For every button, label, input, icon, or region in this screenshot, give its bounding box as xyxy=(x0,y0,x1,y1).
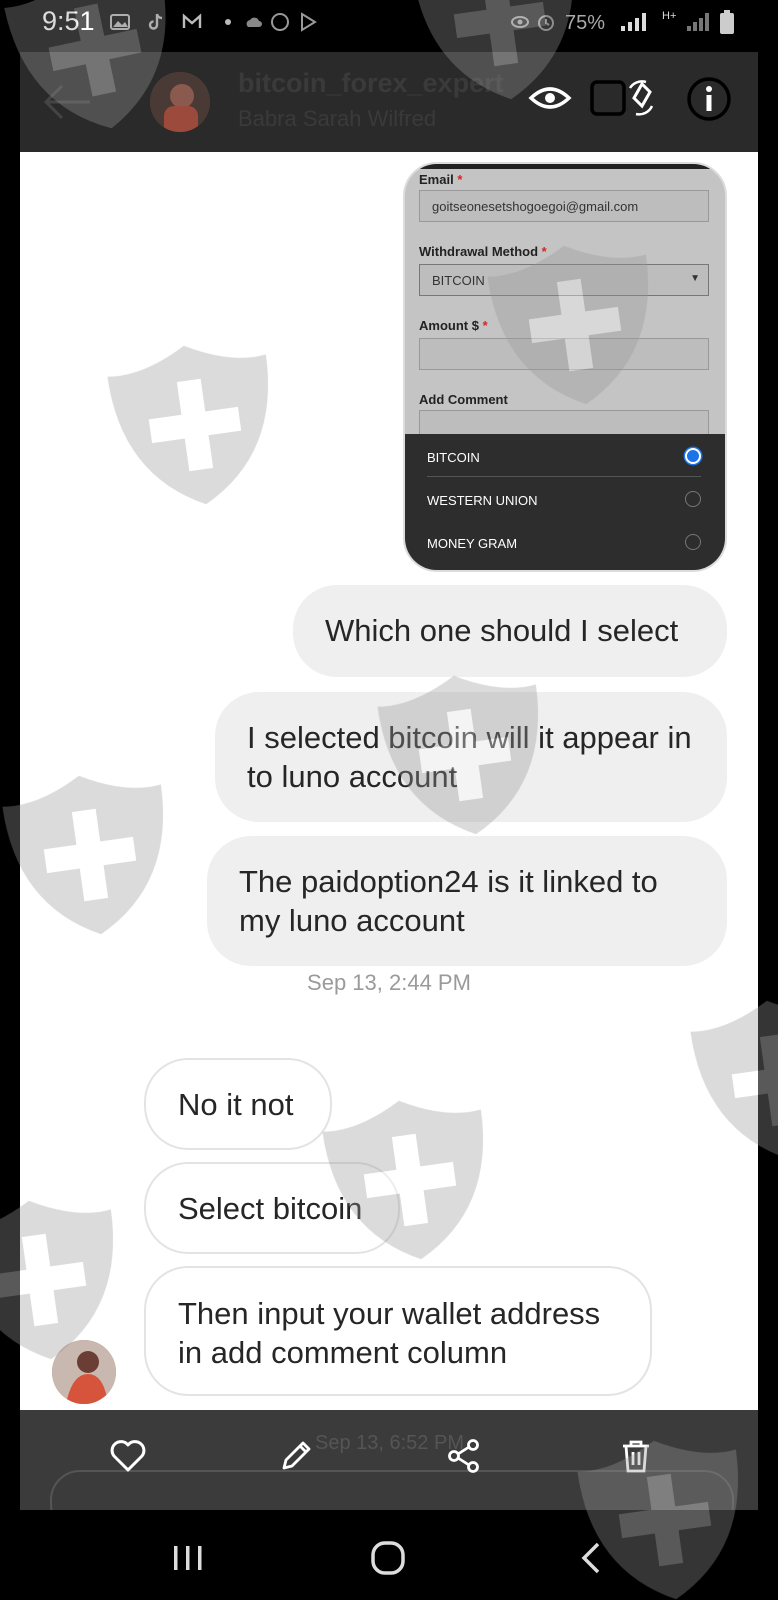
add-comment-label: Add Comment xyxy=(419,392,508,407)
option-western-union: WESTERN UNION xyxy=(427,493,538,508)
withdrawal-method-select: BITCOIN ▼ xyxy=(419,264,709,296)
chat-header: bitcoin_forex_expert Babra Sarah Wilfred xyxy=(20,52,758,152)
avatar-image xyxy=(150,72,210,132)
heart-icon[interactable] xyxy=(108,1436,148,1476)
back-arrow-icon[interactable] xyxy=(42,82,92,122)
info-icon[interactable] xyxy=(686,76,732,122)
email-field: goitseonesetshogoegoi@gmail.com xyxy=(419,190,709,222)
withdrawal-method-label: Withdrawal Method * xyxy=(419,244,547,259)
circle-icon xyxy=(271,13,289,31)
radio-selected-icon xyxy=(685,448,701,464)
message-timestamp: Sep 13, 2:44 PM xyxy=(307,970,471,995)
cloud-icon xyxy=(246,17,262,27)
email-label: Email * xyxy=(419,172,463,187)
sent-message[interactable]: Which one should I select xyxy=(293,585,727,677)
message-actions-toolbar: Sep 13, 6:52 PM xyxy=(20,1410,758,1510)
header-realname: Babra Sarah Wilfred xyxy=(238,106,437,131)
play-icon xyxy=(301,12,317,32)
method-options-dropdown: BITCOIN WESTERN UNION MONEY GRAM xyxy=(405,434,725,570)
gallery-icon xyxy=(110,14,130,30)
pencil-icon[interactable] xyxy=(276,1436,316,1476)
shared-screenshot-message[interactable]: Email * goitseonesetshogoegoi@gmail.com … xyxy=(403,162,727,572)
recent-apps-icon[interactable] xyxy=(168,1538,208,1578)
option-money-gram: MONEY GRAM xyxy=(427,536,518,551)
wifi-icon xyxy=(225,19,231,25)
trash-icon[interactable] xyxy=(616,1436,656,1476)
tiktok-icon xyxy=(148,13,163,30)
alarm-icon xyxy=(538,15,554,31)
sent-message[interactable]: The paidoption24 is it linked to my luno… xyxy=(207,836,727,966)
signal-icon xyxy=(621,13,646,31)
status-time: 9:51 xyxy=(42,6,95,36)
message-composer-ghost xyxy=(50,1470,734,1510)
gmail-icon xyxy=(182,13,202,28)
radio-unselected-icon xyxy=(685,534,701,550)
battery-icon xyxy=(720,10,734,34)
option-bitcoin: BITCOIN xyxy=(427,450,480,465)
dropdown-arrow-icon: ▼ xyxy=(690,273,700,284)
screenshot-top-edge xyxy=(405,164,725,169)
amount-label: Amount $ * xyxy=(419,318,488,333)
signal-2-icon xyxy=(687,13,709,31)
received-message[interactable]: Then input your wallet address in add co… xyxy=(144,1266,652,1396)
chat-area[interactable]: Email * goitseonesetshogoegoi@gmail.com … xyxy=(20,152,758,1410)
header-avatar[interactable] xyxy=(150,72,210,132)
amount-field xyxy=(419,338,709,370)
back-nav-icon[interactable] xyxy=(572,1538,612,1578)
sent-message[interactable]: I selected bitcoin will it appear in to … xyxy=(215,692,727,822)
received-message[interactable]: Select bitcoin xyxy=(144,1162,400,1254)
eye-status-icon xyxy=(511,16,529,28)
radio-unselected-icon xyxy=(685,491,701,507)
ghost-timestamp: Sep 13, 6:52 PM xyxy=(315,1432,464,1454)
avatar-image xyxy=(52,1340,116,1404)
battery-percent: 75% xyxy=(565,12,606,34)
network-type: H+ xyxy=(662,10,677,22)
sender-avatar[interactable] xyxy=(52,1340,116,1404)
home-icon[interactable] xyxy=(368,1538,408,1578)
header-username[interactable]: bitcoin_forex_expert xyxy=(238,68,504,99)
system-navigation-bar xyxy=(0,1510,778,1600)
option-divider xyxy=(427,476,701,477)
share-icon[interactable] xyxy=(444,1436,484,1476)
eye-icon[interactable] xyxy=(528,76,572,120)
status-bar: 9:51 75% H+ xyxy=(0,0,778,48)
rotate-screen-icon[interactable] xyxy=(590,76,654,120)
received-message[interactable]: No it not xyxy=(144,1058,332,1150)
